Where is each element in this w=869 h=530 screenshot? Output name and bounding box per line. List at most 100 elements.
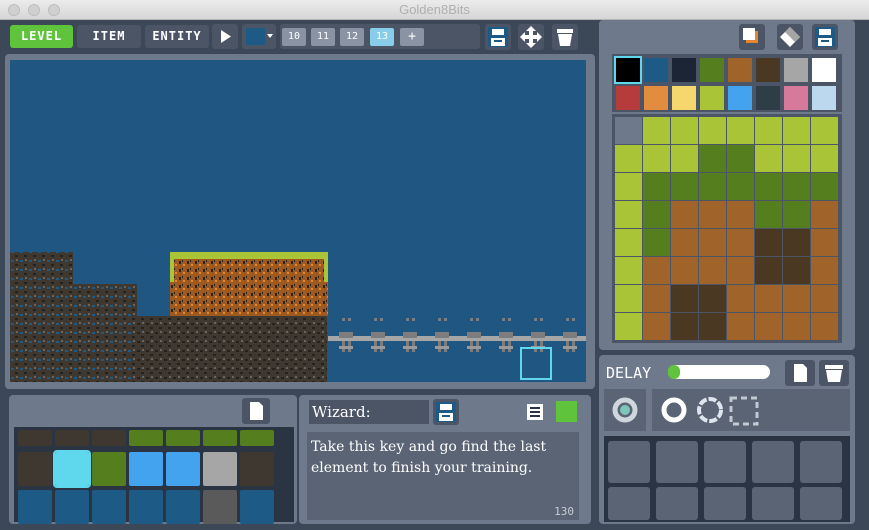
tile-thumbnail[interactable]	[203, 430, 237, 446]
delete-frame-button[interactable]	[819, 360, 849, 386]
tab-entity[interactable]: ENTITY	[145, 25, 209, 48]
pixel-cell[interactable]	[699, 313, 726, 340]
palette-swatch[interactable]	[644, 58, 668, 82]
pixel-cell[interactable]	[615, 145, 642, 172]
entity-thumbnail[interactable]	[800, 487, 842, 520]
copy-sprite-button[interactable]	[739, 24, 765, 50]
pixel-cell[interactable]	[783, 257, 810, 284]
pixel-cell[interactable]	[727, 201, 754, 228]
new-frame-button[interactable]	[785, 360, 815, 386]
pixel-cell[interactable]	[615, 313, 642, 340]
palette-swatch[interactable]	[614, 56, 642, 84]
tile-thumbnail[interactable]	[92, 490, 126, 524]
pixel-cell[interactable]	[783, 117, 810, 144]
tile-thumbnail[interactable]	[55, 490, 89, 524]
entity-thumbnail[interactable]	[608, 487, 650, 520]
save-level-button[interactable]	[485, 24, 511, 50]
pixel-cell[interactable]	[783, 229, 810, 256]
pixel-cell[interactable]	[671, 173, 698, 200]
palette-swatch[interactable]	[812, 86, 836, 110]
level-tab-10[interactable]: 10	[282, 28, 306, 46]
pixel-cell[interactable]	[671, 285, 698, 312]
pixel-cell[interactable]	[643, 257, 670, 284]
pixel-cell[interactable]	[699, 229, 726, 256]
pixel-cell[interactable]	[727, 229, 754, 256]
tile-thumbnail[interactable]	[166, 490, 200, 524]
pixel-cell[interactable]	[727, 173, 754, 200]
palette-swatch[interactable]	[756, 86, 780, 110]
speaker-name-field[interactable]: Wizard:	[309, 400, 429, 424]
move-button[interactable]	[518, 24, 544, 50]
palette-swatch[interactable]	[812, 58, 836, 82]
pixel-cell[interactable]	[615, 173, 642, 200]
pixel-cell[interactable]	[811, 257, 838, 284]
pixel-cell[interactable]	[671, 257, 698, 284]
list-icon[interactable]	[525, 402, 545, 422]
add-level-button[interactable]: +	[400, 28, 424, 46]
entity-thumbnail[interactable]	[704, 487, 746, 520]
level-canvas[interactable]	[10, 60, 586, 382]
dialog-text-area[interactable]: Take this key and go find the last eleme…	[307, 432, 579, 520]
save-dialog-button[interactable]	[433, 399, 459, 425]
pixel-cell[interactable]	[727, 145, 754, 172]
pixel-cell[interactable]	[643, 285, 670, 312]
tile-thumbnail[interactable]	[203, 490, 237, 524]
palette-swatch[interactable]	[784, 58, 808, 82]
entity-thumbnail[interactable]	[704, 441, 746, 483]
pixel-cell[interactable]	[783, 145, 810, 172]
pixel-cell[interactable]	[755, 313, 782, 340]
entity-thumbnail[interactable]	[800, 441, 842, 483]
tab-item[interactable]: ITEM	[77, 25, 141, 48]
pixel-cell[interactable]	[727, 257, 754, 284]
pixel-cell[interactable]	[783, 313, 810, 340]
pixel-cell[interactable]	[783, 173, 810, 200]
palette-swatch[interactable]	[616, 86, 640, 110]
pixel-cell[interactable]	[615, 201, 642, 228]
palette-swatch[interactable]	[756, 58, 780, 82]
pixel-cell[interactable]	[727, 117, 754, 144]
palette-swatch[interactable]	[644, 86, 668, 110]
tile-thumbnail[interactable]	[129, 430, 163, 446]
tile-thumbnail[interactable]	[240, 430, 274, 446]
tab-level[interactable]: LEVEL	[10, 25, 73, 48]
pixel-cell[interactable]	[615, 229, 642, 256]
pixel-cell[interactable]	[755, 285, 782, 312]
entity-thumbnail[interactable]	[656, 487, 698, 520]
tile-thumbnail[interactable]	[53, 450, 91, 488]
pixel-cell[interactable]	[643, 201, 670, 228]
level-tab-11[interactable]: 11	[311, 28, 335, 46]
color-dropdown[interactable]	[242, 24, 276, 49]
tile-thumbnail[interactable]	[129, 452, 163, 486]
tile-thumbnail[interactable]	[166, 430, 200, 446]
pixel-cell[interactable]	[643, 117, 670, 144]
pixel-cell[interactable]	[643, 313, 670, 340]
pixel-cell[interactable]	[811, 117, 838, 144]
pixel-cell[interactable]	[671, 145, 698, 172]
eraser-button[interactable]	[777, 24, 803, 50]
tile-thumbnail[interactable]	[18, 452, 52, 486]
tile-thumbnail[interactable]	[55, 430, 89, 446]
tile-thumbnail[interactable]	[18, 430, 52, 446]
pixel-cell[interactable]	[671, 201, 698, 228]
tile-thumbnail[interactable]	[240, 490, 274, 524]
pixel-cell[interactable]	[671, 313, 698, 340]
pixel-cell[interactable]	[811, 201, 838, 228]
pixel-cell[interactable]	[699, 201, 726, 228]
entity-thumbnail[interactable]	[656, 441, 698, 483]
frame-strip[interactable]	[652, 389, 850, 431]
tile-thumbnail[interactable]	[18, 490, 52, 524]
tile-thumbnail[interactable]	[129, 490, 163, 524]
pixel-cell[interactable]	[755, 145, 782, 172]
save-sprite-button[interactable]	[812, 24, 838, 50]
pixel-cell[interactable]	[811, 145, 838, 172]
pixel-cell[interactable]	[699, 145, 726, 172]
pixel-cell[interactable]	[615, 117, 642, 144]
pixel-cell[interactable]	[699, 117, 726, 144]
palette-swatch[interactable]	[728, 86, 752, 110]
tile-thumbnail[interactable]	[203, 452, 237, 486]
pixel-cell[interactable]	[811, 229, 838, 256]
pixel-cell[interactable]	[615, 257, 642, 284]
palette-swatch[interactable]	[672, 58, 696, 82]
pixel-cell[interactable]	[671, 117, 698, 144]
pixel-cell[interactable]	[755, 117, 782, 144]
